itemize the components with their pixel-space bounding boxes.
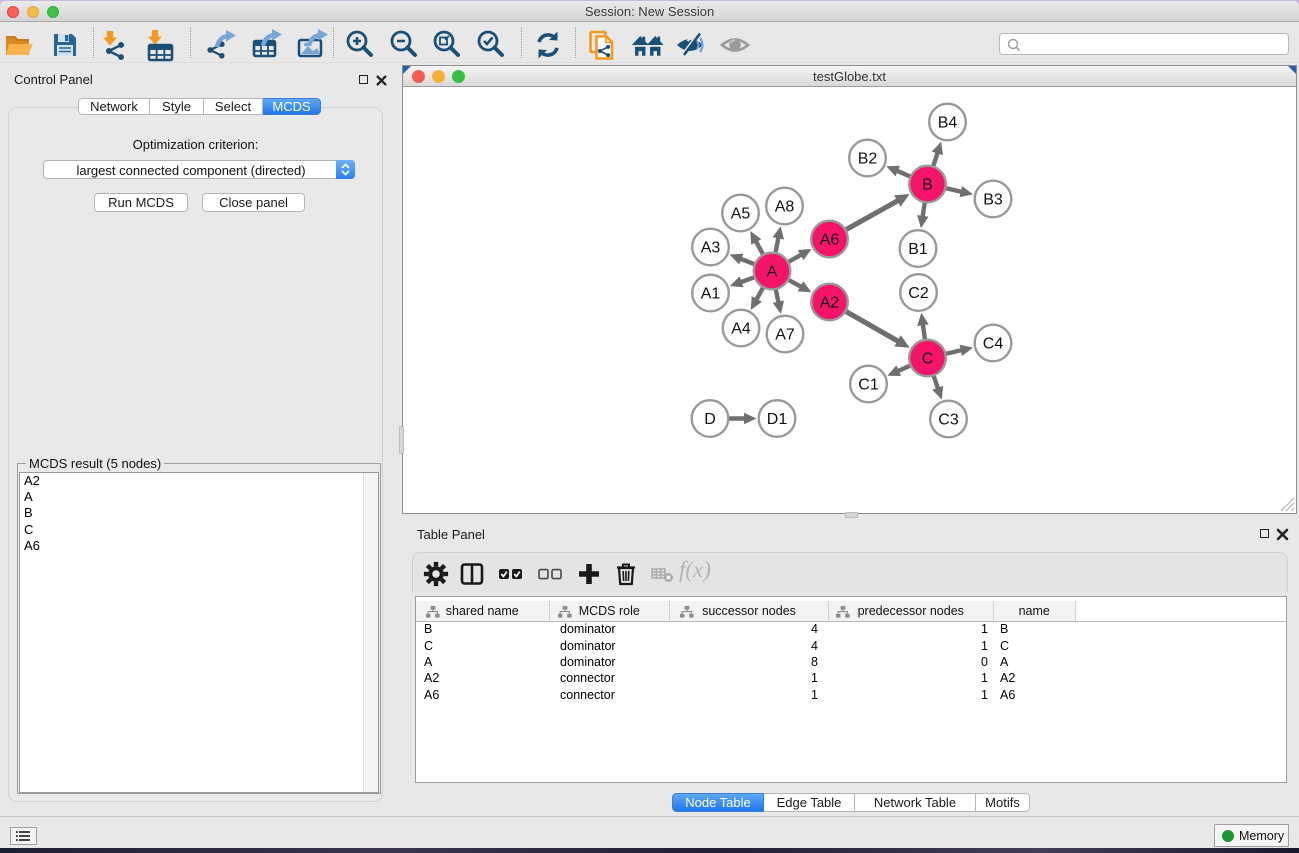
svg-text:D1: D1	[767, 411, 788, 428]
svg-text:A7: A7	[775, 327, 795, 344]
svg-text:B1: B1	[908, 241, 928, 258]
svg-text:C: C	[922, 351, 934, 368]
svg-text:A3: A3	[701, 240, 721, 257]
svg-text:A5: A5	[731, 206, 751, 223]
svg-text:B3: B3	[983, 192, 1003, 209]
svg-text:C4: C4	[983, 336, 1004, 353]
svg-text:B: B	[922, 177, 933, 194]
svg-text:B2: B2	[858, 151, 878, 168]
svg-text:A4: A4	[731, 321, 751, 338]
svg-text:A6: A6	[820, 232, 840, 249]
svg-text:C3: C3	[938, 412, 959, 429]
svg-text:B4: B4	[938, 115, 958, 132]
svg-text:C2: C2	[908, 285, 929, 302]
svg-text:C1: C1	[858, 377, 879, 394]
svg-text:A1: A1	[701, 286, 721, 303]
svg-text:A8: A8	[775, 199, 795, 216]
svg-text:D: D	[704, 411, 716, 428]
svg-text:A2: A2	[820, 295, 840, 312]
svg-text:A: A	[767, 264, 778, 281]
